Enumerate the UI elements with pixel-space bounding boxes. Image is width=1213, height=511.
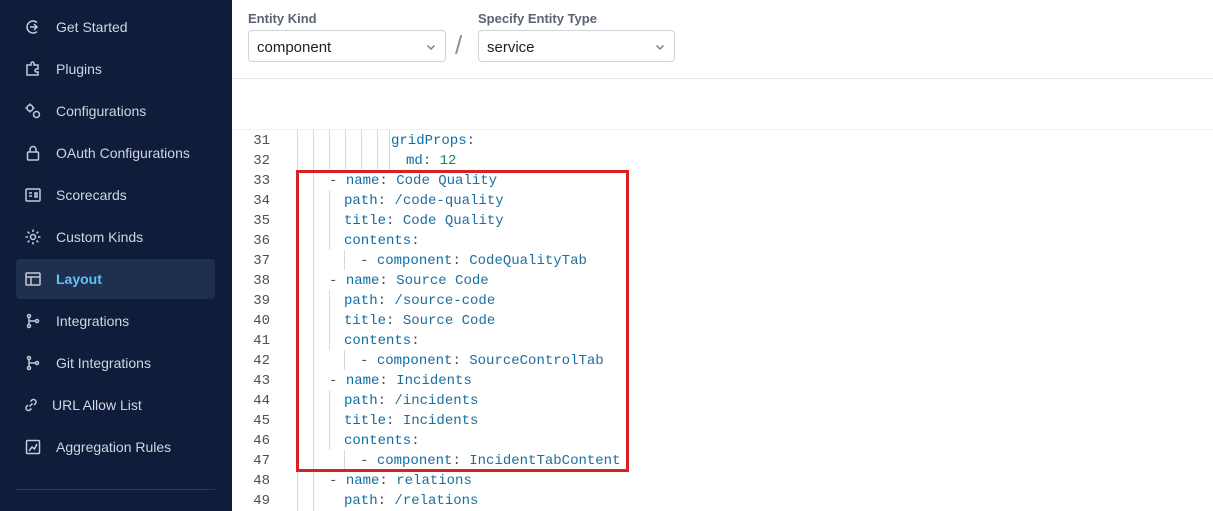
- yaml-colon: :: [377, 493, 395, 509]
- sidebar-item-configurations[interactable]: Configurations: [16, 91, 215, 131]
- code-line: gridProps:: [391, 133, 475, 149]
- line-number: 48: [253, 473, 270, 489]
- plugins-icon: [24, 60, 42, 78]
- git-icon: [24, 354, 42, 372]
- line-number: 39: [253, 293, 270, 309]
- chevron-down-icon: [425, 40, 437, 52]
- layout-icon: [24, 270, 42, 288]
- yaml-value: /relations: [394, 493, 479, 509]
- link-icon: [22, 396, 40, 414]
- code-line: md: 12: [406, 153, 456, 169]
- line-number: 41: [253, 333, 270, 349]
- yaml-value: relations: [396, 473, 472, 489]
- sidebar-item-label: Layout: [56, 271, 102, 287]
- sidebar-item-integrations[interactable]: Integrations: [16, 301, 215, 341]
- highlight-annotation-box: [296, 170, 629, 472]
- yaml-key: md: [406, 153, 423, 169]
- code-line: - name: relations: [329, 473, 472, 489]
- line-number: 43: [253, 373, 270, 389]
- sidebar-item-aggregation-rules[interactable]: Aggregation Rules: [16, 427, 215, 467]
- sidebar-item-layout[interactable]: Layout: [16, 259, 215, 299]
- chevron-down-icon: [654, 40, 666, 52]
- yaml-key: name: [345, 473, 380, 489]
- indent-guide: [389, 130, 390, 170]
- yaml-value: 12: [439, 153, 457, 169]
- integrations-icon: [24, 312, 42, 330]
- sidebar-divider: [16, 489, 215, 490]
- line-number: 35: [253, 213, 270, 229]
- line-number: 32: [253, 153, 270, 169]
- code-line: path: /relations: [344, 493, 478, 509]
- entity-kind-label: Entity Kind: [248, 11, 317, 26]
- line-number: 34: [253, 193, 270, 209]
- line-number: 46: [253, 433, 270, 449]
- line-number: 37: [253, 253, 270, 269]
- entity-type-value: service: [487, 39, 535, 56]
- indent-guide: [361, 130, 362, 170]
- line-number: 47: [253, 453, 270, 469]
- yaml-key: path: [344, 493, 378, 509]
- editor-toolbar: [232, 79, 1213, 130]
- entity-type-label: Specify Entity Type: [478, 11, 597, 26]
- sidebar-item-label: Custom Kinds: [56, 229, 144, 245]
- get-started-icon: [24, 18, 42, 36]
- line-number: 31: [253, 133, 270, 149]
- entity-kind-value: component: [257, 39, 332, 56]
- sidebar-item-label: Aggregation Rules: [56, 439, 172, 455]
- sidebar-item-label: Configurations: [56, 103, 147, 119]
- sidebar-item-git-integrations[interactable]: Git Integrations: [16, 343, 215, 383]
- line-number: 42: [253, 353, 270, 369]
- gear-icon: [24, 228, 42, 246]
- entity-selector-bar: Entity Kind component / Specify Entity T…: [232, 0, 1213, 79]
- sidebar-item-scorecards[interactable]: Scorecards: [16, 175, 215, 215]
- sidebar-item-label: Plugins: [56, 61, 102, 77]
- entity-type-select[interactable]: service: [478, 30, 675, 62]
- yaml-colon: :: [379, 473, 397, 489]
- scorecards-icon: [24, 186, 42, 204]
- sidebar-item-label: OAuth Configurations: [56, 145, 190, 161]
- sidebar-item-custom-kinds[interactable]: Custom Kinds: [16, 217, 215, 257]
- kind-type-separator: /: [455, 30, 463, 60]
- sidebar-item-label: Integrations: [56, 313, 130, 329]
- sidebar-item-label: Scorecards: [56, 187, 127, 203]
- indent-guide: [329, 130, 330, 170]
- sidebar-item-plugins[interactable]: Plugins: [16, 49, 215, 89]
- sidebar: Get Started Plugins Configurations OAuth…: [0, 0, 232, 511]
- sidebar-item-get-started[interactable]: Get Started: [16, 7, 215, 47]
- sidebar-item-label: URL Allow List: [52, 397, 142, 413]
- sidebar-item-oauth-configurations[interactable]: OAuth Configurations: [16, 133, 215, 173]
- sidebar-item-url-allow-list[interactable]: URL Allow List: [16, 385, 215, 425]
- line-number: 44: [253, 393, 270, 409]
- line-number: 38: [253, 273, 270, 289]
- entity-kind-select[interactable]: component: [248, 30, 446, 62]
- sidebar-item-label: Git Integrations: [56, 355, 151, 371]
- lock-icon: [24, 144, 42, 162]
- line-number: 33: [253, 173, 270, 189]
- sidebar-item-label: Get Started: [56, 19, 128, 35]
- configurations-icon: [24, 102, 42, 120]
- yaml-dash: -: [329, 473, 346, 489]
- line-number: 49: [253, 493, 270, 509]
- line-number: 45: [253, 413, 270, 429]
- line-number: 40: [253, 313, 270, 329]
- chart-icon: [24, 438, 42, 456]
- line-number: 36: [253, 233, 270, 249]
- yaml-key: gridProps: [391, 133, 467, 149]
- indent-guide: [377, 130, 378, 170]
- indent-guide: [345, 130, 346, 170]
- yaml-colon: :: [422, 153, 440, 169]
- yaml-colon: :: [466, 133, 476, 149]
